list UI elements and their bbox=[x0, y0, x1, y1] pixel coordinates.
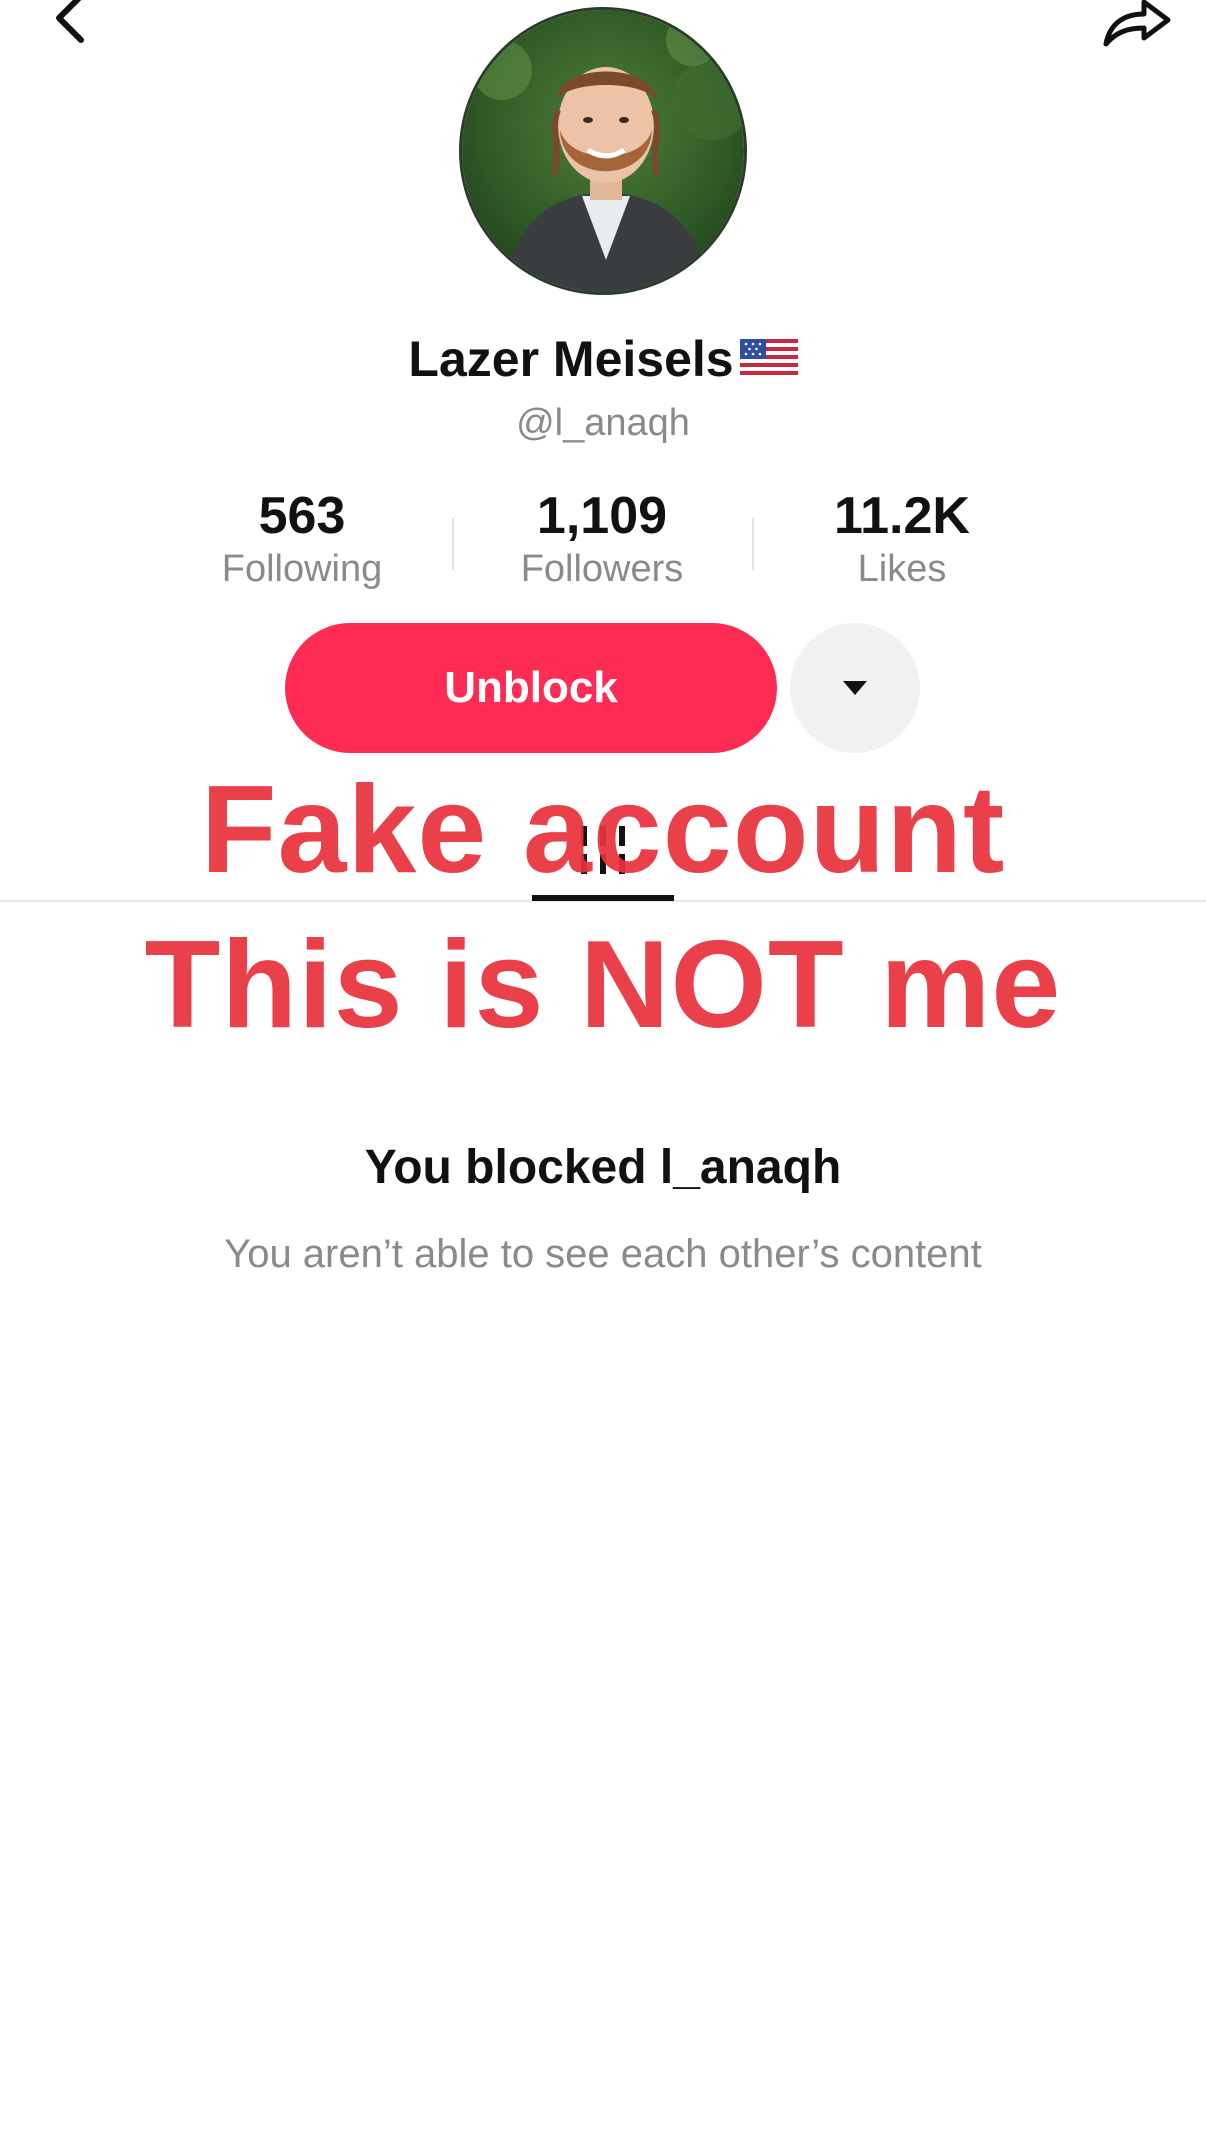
profile-display-name: Lazer Meisels bbox=[0, 330, 1206, 388]
caret-down-icon bbox=[843, 681, 867, 695]
stat-label: Followers bbox=[520, 548, 684, 590]
stat-following[interactable]: 563 Following bbox=[152, 488, 452, 594]
blocked-subtitle: You aren’t able to see each other’s cont… bbox=[224, 1232, 982, 1276]
stat-value: 1,109 bbox=[536, 487, 668, 545]
stat-label: Following bbox=[221, 548, 383, 590]
avatar-photo bbox=[462, 10, 744, 292]
back-button[interactable] bbox=[30, 0, 110, 60]
profile-stats: 563 Following 1,109 Followers 11.2K Like… bbox=[0, 488, 1206, 598]
overlay-text-line1: Fake account bbox=[200, 761, 1006, 899]
stat-followers[interactable]: 1,109 Followers bbox=[452, 488, 752, 594]
stat-label: Likes bbox=[857, 548, 947, 590]
stat-value: 11.2K bbox=[834, 487, 970, 545]
share-arrow-icon bbox=[1103, 0, 1171, 47]
share-button[interactable] bbox=[1096, 0, 1176, 60]
more-options-button[interactable] bbox=[790, 623, 920, 753]
display-name-text: Lazer Meisels bbox=[408, 331, 734, 387]
avatar[interactable] bbox=[459, 7, 747, 295]
blocked-title: You blocked l_anaqh bbox=[364, 1141, 842, 1194]
profile-handle[interactable]: @l_anaqh bbox=[0, 402, 1206, 445]
us-flag-icon bbox=[739, 339, 798, 379]
chevron-left-icon bbox=[56, 0, 84, 43]
overlay-text-line2: This is NOT me bbox=[144, 916, 1062, 1054]
stat-likes[interactable]: 11.2K Likes bbox=[752, 488, 1052, 594]
stat-value: 563 bbox=[258, 487, 346, 545]
unblock-button-label: Unblock bbox=[444, 663, 618, 712]
unblock-button[interactable]: Unblock bbox=[285, 623, 777, 753]
